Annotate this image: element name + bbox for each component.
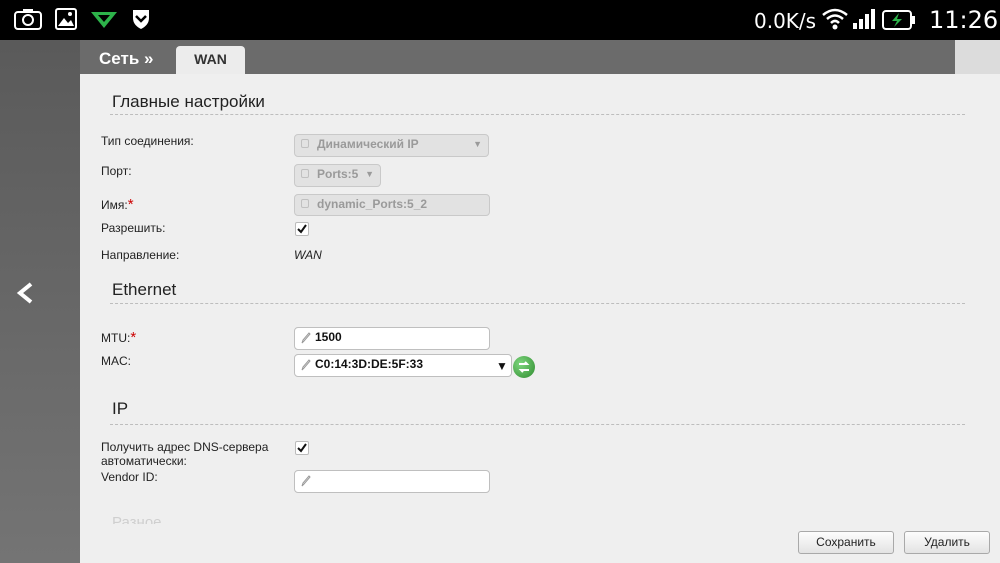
right-strip bbox=[955, 40, 1000, 76]
enable-label: Разрешить: bbox=[101, 221, 166, 235]
mac-label: MAC: bbox=[101, 354, 131, 368]
shield-icon bbox=[133, 10, 149, 29]
section-divider bbox=[110, 303, 965, 304]
mtu-label-text: MTU: bbox=[101, 331, 131, 345]
vendor-id-input[interactable] bbox=[294, 470, 490, 493]
lock-icon bbox=[301, 169, 309, 178]
mtu-input[interactable]: 1500 bbox=[294, 327, 490, 350]
pencil-icon bbox=[301, 475, 311, 487]
refresh-icon[interactable] bbox=[513, 356, 535, 378]
screenshot-icon bbox=[14, 9, 42, 30]
section-title-misc: Разное bbox=[112, 514, 162, 524]
mtu-value: 1500 bbox=[315, 330, 342, 344]
lock-icon bbox=[301, 199, 309, 208]
pencil-icon bbox=[301, 359, 311, 371]
section-title-ethernet: Ethernet bbox=[112, 280, 177, 299]
wifi-icon bbox=[822, 8, 848, 30]
name-field[interactable]: dynamic_Ports:5_2 bbox=[294, 194, 490, 216]
connection-type-label: Тип соединения: bbox=[101, 134, 194, 148]
direction-label: Направление: bbox=[101, 248, 180, 262]
mac-combobox[interactable]: C0:14:3D:DE:5F:33 bbox=[294, 354, 512, 377]
save-button[interactable]: Сохранить bbox=[798, 531, 894, 554]
lock-icon bbox=[301, 139, 309, 148]
network-speed: 0.0K/s bbox=[754, 9, 817, 33]
checkmark-icon bbox=[297, 443, 307, 453]
section-title-main: Главные настройки bbox=[112, 92, 265, 111]
port-label: Порт: bbox=[101, 164, 132, 178]
required-marker: * bbox=[130, 329, 137, 346]
section-title-ip: IP bbox=[112, 399, 129, 418]
name-label-text: Имя: bbox=[101, 198, 128, 212]
breadcrumb[interactable]: Сеть » bbox=[99, 49, 153, 69]
dns-label-line2: автоматически: bbox=[101, 454, 187, 468]
clock: 11:26 bbox=[929, 6, 999, 34]
app-logo-icon bbox=[91, 12, 117, 28]
enable-checkbox[interactable] bbox=[295, 222, 309, 236]
left-background bbox=[0, 40, 80, 563]
signal-icon bbox=[853, 9, 875, 29]
dns-label: Получить адрес DNS-сервера автоматически… bbox=[101, 440, 268, 468]
back-arrow-icon[interactable] bbox=[16, 282, 34, 304]
name-label: Имя:* bbox=[101, 196, 134, 213]
port-select[interactable]: Ports:5 ▼ bbox=[294, 164, 381, 187]
dns-label-line1: Получить адрес DNS-сервера bbox=[101, 440, 269, 454]
pencil-icon bbox=[301, 332, 311, 344]
chevron-down-icon: ▼ bbox=[473, 139, 482, 149]
name-value: dynamic_Ports:5_2 bbox=[317, 197, 428, 211]
battery-charging-icon bbox=[882, 10, 915, 30]
checkmark-icon bbox=[297, 224, 307, 234]
vendor-id-label: Vendor ID: bbox=[101, 470, 158, 484]
connection-type-value: Динамический IP bbox=[317, 137, 419, 151]
gallery-icon bbox=[55, 8, 77, 30]
dns-auto-checkbox[interactable] bbox=[295, 441, 309, 455]
settings-panel: Главные настройки Тип соединения: Динами… bbox=[80, 74, 1000, 563]
delete-button[interactable]: Удалить bbox=[904, 531, 990, 554]
status-bar: 0.0K/s 11:26 bbox=[0, 0, 1000, 40]
mtu-label: MTU:* bbox=[101, 329, 136, 346]
section-divider bbox=[110, 114, 965, 115]
direction-value: WAN bbox=[294, 248, 322, 262]
required-marker: * bbox=[127, 196, 134, 213]
mac-value: C0:14:3D:DE:5F:33 bbox=[315, 357, 424, 371]
chevron-down-icon: ▼ bbox=[365, 169, 374, 179]
section-divider bbox=[110, 424, 965, 425]
port-value: Ports:5 bbox=[317, 167, 359, 181]
connection-type-select[interactable]: Динамический IP ▼ bbox=[294, 134, 489, 157]
mac-dropdown-icon[interactable]: ▼ bbox=[496, 359, 508, 373]
